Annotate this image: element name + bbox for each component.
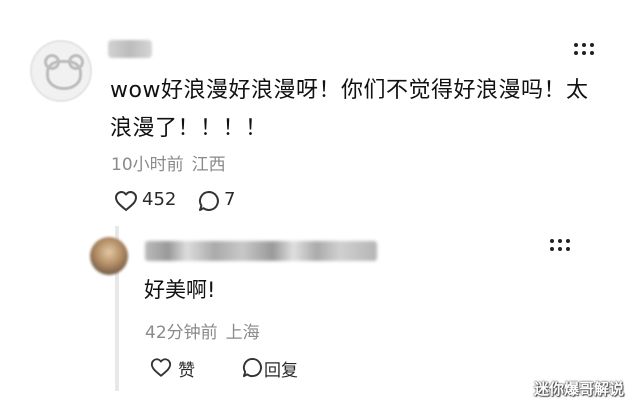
reply-time: 42分钟前 (145, 323, 218, 343)
username-blurred[interactable] (108, 40, 152, 58)
more-options-icon[interactable] (572, 40, 600, 64)
reply-meta: 42分钟前 上海 (145, 318, 260, 343)
reply-location: 上海 (225, 323, 260, 343)
comment-time: 10小时前 (111, 155, 184, 175)
reply-avatar[interactable] (90, 237, 128, 275)
reply-username-blurred[interactable] (145, 241, 377, 261)
like-count: 452 (142, 189, 177, 210)
watermark: 迷你爆哥解说 (534, 380, 625, 398)
comment-bubble-icon[interactable] (198, 190, 220, 212)
comment-bubble-icon[interactable] (242, 357, 263, 378)
comment-location: 江西 (191, 155, 226, 175)
reply-more-options-icon[interactable] (548, 236, 576, 260)
reply-count: 7 (224, 189, 236, 210)
comment-meta: 10小时前 江西 (111, 150, 226, 175)
heart-icon[interactable] (150, 357, 172, 378)
avatar[interactable] (30, 40, 92, 102)
like-button-label[interactable]: 赞 (178, 356, 195, 381)
reply-button-label[interactable]: 回复 (264, 356, 298, 381)
comment-text: wow好浪漫好浪漫呀！你们不觉得好浪漫吗！太浪漫了！！！！ (110, 78, 589, 141)
heart-icon[interactable] (114, 190, 138, 212)
reply-text: 好美啊! (144, 278, 216, 302)
